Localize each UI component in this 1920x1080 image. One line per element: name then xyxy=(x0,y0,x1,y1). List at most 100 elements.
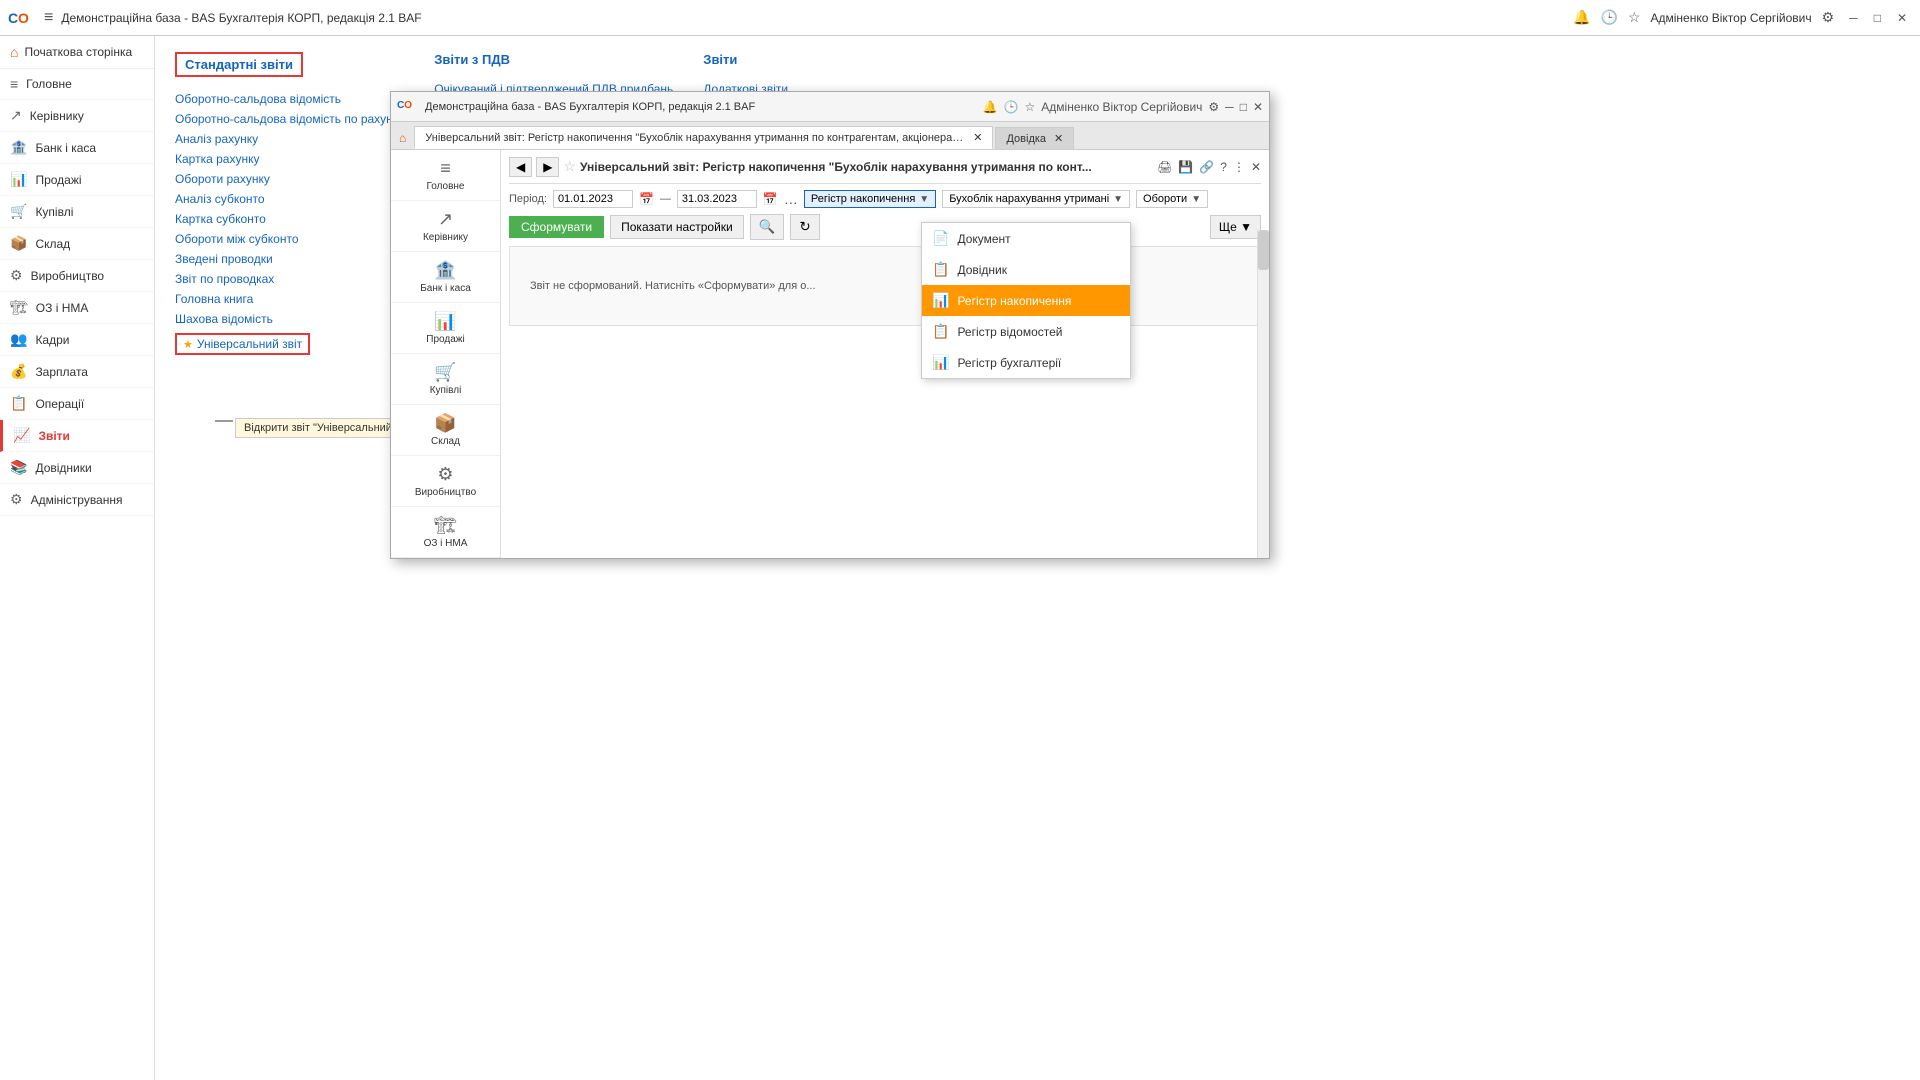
settings-icon[interactable]: ⚙ xyxy=(1822,9,1835,26)
menu-icon[interactable]: ≡ xyxy=(44,9,53,27)
modal-sidebar-bank[interactable]: 🏦 Банк і каса xyxy=(391,252,500,303)
sidebar-item-administruvannya[interactable]: ⚙ Адміністрування xyxy=(0,484,154,516)
administruvannya-icon: ⚙ xyxy=(10,491,23,508)
modal-tab-home[interactable]: ⌂ xyxy=(391,127,414,149)
modal-settings-icon[interactable]: ⚙ xyxy=(1208,100,1219,114)
modal-tab-dovidka[interactable]: Довідка ✕ xyxy=(995,127,1074,149)
modal-close-btn[interactable]: ✕ xyxy=(1253,100,1263,114)
report-item-analiz[interactable]: Аналіз рахунку xyxy=(175,129,404,149)
report-item-kartkas[interactable]: Картка субконто xyxy=(175,209,404,229)
history-icon[interactable]: 🕒 xyxy=(1601,9,1618,26)
report-item-shakhova[interactable]: Шахова відомість xyxy=(175,309,404,329)
sidebar-item-prodazhi[interactable]: 📊 Продажі xyxy=(0,164,154,196)
report-item-zvedeni[interactable]: Зведені проводки xyxy=(175,249,404,269)
modal-tab-report[interactable]: Універсальний звіт: Регістр накопичення … xyxy=(414,126,993,149)
report-item-analizs[interactable]: Аналіз субконто xyxy=(175,189,404,209)
modal-user-icon: Адміненко Віктор Сергійович xyxy=(1041,100,1202,114)
sidebar-item-kadry[interactable]: 👥 Кадри xyxy=(0,324,154,356)
form-btn[interactable]: Сформувати xyxy=(509,216,604,238)
svg-text:C: C xyxy=(8,10,18,26)
nav-back-btn[interactable]: ◀ xyxy=(509,157,532,177)
sidebar-item-bank[interactable]: 🏦 Банк і каса xyxy=(0,132,154,164)
modal-sidebar-kerivnyku[interactable]: ↗ Керівнику xyxy=(391,201,500,252)
close-report-icon[interactable]: ✕ xyxy=(1251,160,1261,174)
report-item-kartka[interactable]: Картка рахунку xyxy=(175,149,404,169)
pdv-reports-header: Звіти з ПДВ xyxy=(434,52,673,67)
report-item-oboroty[interactable]: Обороти рахунку xyxy=(175,169,404,189)
sidebar-item-vyrobnytstvo[interactable]: ⚙ Виробництво xyxy=(0,260,154,292)
settings-btn[interactable]: Показати настройки xyxy=(610,215,744,239)
notification-icon[interactable]: 🔔 xyxy=(1573,9,1590,26)
maximize-btn[interactable]: □ xyxy=(1869,9,1886,27)
scrollbar[interactable] xyxy=(1257,230,1269,558)
sidebar-item-kupivli[interactable]: 🛒 Купівлі xyxy=(0,196,154,228)
modal-minimize-btn[interactable]: ─ xyxy=(1225,100,1234,114)
modal-sidebar-vyr-label: Виробництво xyxy=(415,487,476,498)
date-from-input[interactable] xyxy=(553,190,633,208)
print-icon[interactable]: 🖨 xyxy=(1157,160,1172,174)
more-icon[interactable]: ⋮ xyxy=(1233,160,1245,174)
dropdown-item-doc[interactable]: 📄 Документ xyxy=(922,223,1130,254)
sidebar-item-zarplata[interactable]: 💰 Зарплата xyxy=(0,356,154,388)
report-item-zvit[interactable]: Звіт по проводках xyxy=(175,269,404,289)
dropdown-item-regbuh[interactable]: 📊 Регістр бухгалтерії xyxy=(922,347,1130,378)
modal-notif-icon[interactable]: 🔔 xyxy=(983,100,998,114)
minimize-btn[interactable]: ─ xyxy=(1844,9,1863,27)
modal-sidebar-oz[interactable]: 🏗 ОЗ і НМА xyxy=(391,507,500,558)
date-to-cal[interactable]: 📅 xyxy=(763,192,778,206)
vyrobnytstvo-icon: ⚙ xyxy=(10,267,23,284)
share-icon[interactable]: 🔗 xyxy=(1199,160,1214,174)
tooltip-arrow xyxy=(215,420,233,422)
sidebar-item-sklad[interactable]: 📦 Склад xyxy=(0,228,154,260)
modal-sidebar-kupivli[interactable]: 🛒 Купівлі xyxy=(391,354,500,405)
dropdown-item-regvid[interactable]: 📋 Регістр відомостей xyxy=(922,316,1130,347)
more-btn[interactable]: Ще ▼ xyxy=(1210,215,1261,239)
window-controls: ─ □ ✕ xyxy=(1844,9,1912,27)
date-to-input[interactable] xyxy=(677,190,757,208)
modal-sidebar-vyr[interactable]: ⚙ Виробництво xyxy=(391,456,500,507)
dropdown-item-regvid-label: Регістр відомостей xyxy=(957,325,1062,339)
modal-sidebar-sklad[interactable]: 📦 Склад xyxy=(391,405,500,456)
sidebar-item-zvity[interactable]: 📈 Звіти xyxy=(0,420,154,452)
sidebar-item-dovidnyky[interactable]: 📚 Довідники xyxy=(0,452,154,484)
sidebar-item-golovne[interactable]: ≡ Головне xyxy=(0,69,154,100)
sklad-icon: 📦 xyxy=(10,235,27,252)
scrollbar-thumb[interactable] xyxy=(1258,230,1269,270)
refresh-btn[interactable]: ↻ xyxy=(790,214,819,240)
modal-tab-close[interactable]: ✕ xyxy=(973,131,982,144)
close-btn[interactable]: ✕ xyxy=(1892,9,1912,27)
modal-maximize-btn[interactable]: □ xyxy=(1240,100,1247,114)
report-item-knyga[interactable]: Головна книга xyxy=(175,289,404,309)
modal-sidebar-golovne[interactable]: ≡ Головне xyxy=(391,150,500,201)
modal-hist-icon[interactable]: 🕒 xyxy=(1004,100,1019,114)
search-btn[interactable]: 🔍 xyxy=(750,214,785,240)
sidebar-item-kerivnyku[interactable]: ↗ Керівнику xyxy=(0,100,154,132)
operatsii-icon: 📋 xyxy=(10,395,27,412)
modal-sidebar-oz-label: ОЗ і НМА xyxy=(424,538,468,549)
modal-content-wrap: ≡ Головне ↗ Керівнику 🏦 Банк і каса 📊 Пр… xyxy=(391,150,1269,558)
help-icon[interactable]: ? xyxy=(1220,160,1227,174)
report-star-btn[interactable]: ☆ xyxy=(563,158,576,175)
table-type-dropdown[interactable]: Обороти ▼ xyxy=(1136,190,1208,208)
report-item-oborts[interactable]: Обороти між субконто xyxy=(175,229,404,249)
report-item-obs[interactable]: Оборотно-сальдова відомість xyxy=(175,89,404,109)
sidebar-item-operatsii[interactable]: 📋 Операції xyxy=(0,388,154,420)
modal-sidebar-prodazhi[interactable]: 📊 Продажі xyxy=(391,303,500,354)
sidebar-home[interactable]: ⌂ Початкова сторінка xyxy=(0,36,154,69)
register-name-dropdown[interactable]: Бухоблік нарахування утримані ▼ xyxy=(942,190,1130,208)
dropdown-item-doc-label: Документ xyxy=(957,232,1010,246)
sidebar-item-oz[interactable]: 🏗 ОЗ і НМА xyxy=(0,292,154,324)
nav-forward-btn[interactable]: ▶ xyxy=(536,157,559,177)
bookmark-icon[interactable]: ☆ xyxy=(1628,9,1641,26)
modal-sidebar-kerivnyku-label: Керівнику xyxy=(423,232,468,243)
modal-tab-dovidka-close[interactable]: ✕ xyxy=(1054,132,1063,145)
register-type-dropdown[interactable]: Регістр накопичення ▼ xyxy=(804,190,936,208)
dropdown-item-register[interactable]: 📊 Регістр накопичення xyxy=(922,285,1130,316)
modal-star-icon[interactable]: ☆ xyxy=(1025,100,1036,114)
period-more-btn[interactable]: … xyxy=(784,191,798,207)
date-from-cal[interactable]: 📅 xyxy=(639,192,654,206)
dropdown-item-dir[interactable]: 📋 Довідник xyxy=(922,254,1130,285)
save-icon[interactable]: 💾 xyxy=(1178,160,1193,174)
report-item-universal[interactable]: ★ Універсальний звіт xyxy=(175,333,310,355)
report-item-obsr[interactable]: Оборотно-сальдова відомість по рахунку xyxy=(175,109,404,129)
